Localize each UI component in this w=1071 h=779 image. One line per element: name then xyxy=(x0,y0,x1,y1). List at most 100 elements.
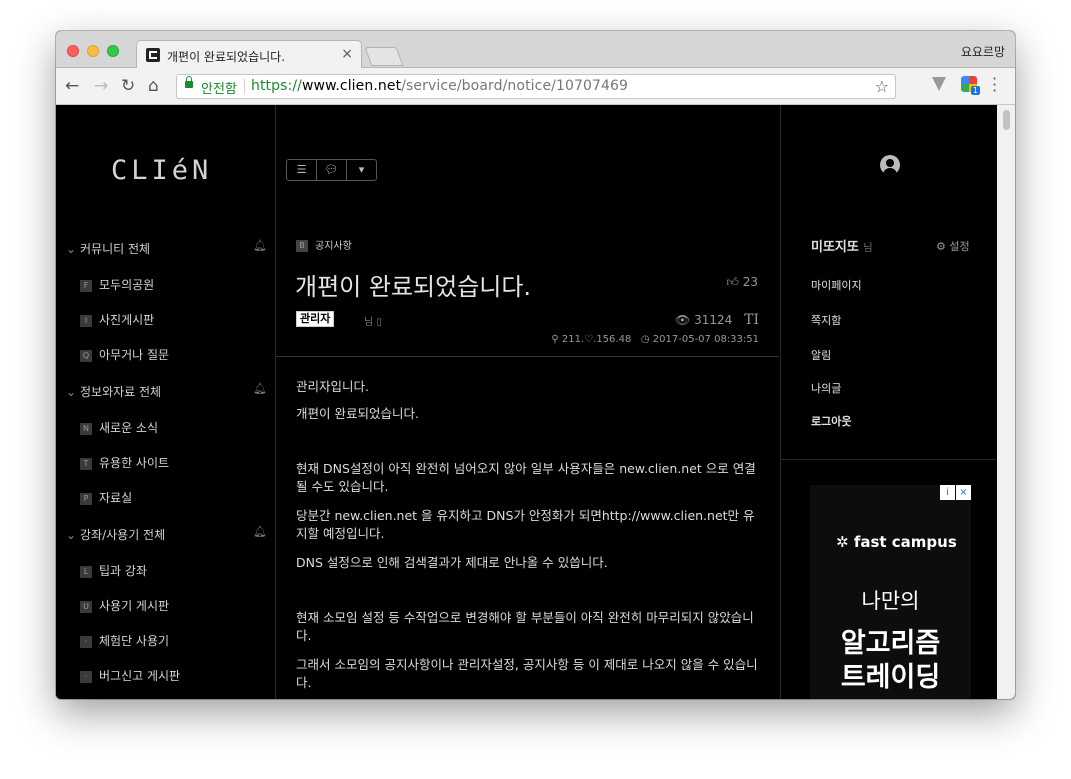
ad-controls: i × xyxy=(939,485,971,500)
page-content: CLIéN ⌄ 커뮤니티 전체 🔔︎ F 모두의공원 I 사진게시판 Q 아무거나 질문… xyxy=(56,105,1015,699)
clien-favicon-icon xyxy=(146,48,160,62)
paragraph: DNS 설정으로 인해 검색결과가 제대로 안나올 수 있씁니다. xyxy=(296,555,608,570)
browser-toolbar: ← → ↻ ⌂ 안전함 https://www.clien.net/servic… xyxy=(56,68,1015,105)
url-host: www.clien.net xyxy=(301,78,402,94)
nav-item[interactable]: I 사진게시판 xyxy=(80,311,154,328)
browser-tab[interactable]: 개편이 완료되었습니다. × xyxy=(136,40,362,69)
reload-icon[interactable]: ↻ xyxy=(121,76,135,96)
menu-messages[interactable]: 쪽지함 xyxy=(811,312,841,328)
page-scrollbar[interactable] xyxy=(997,105,1015,699)
extension-icon[interactable]: 1 xyxy=(961,76,980,95)
paragraph: 현재 DNS설정이 아직 완전히 넘어오지 않아 일부 사용자들은 new.cl… xyxy=(296,461,756,494)
caret-down-icon[interactable]: ▾ xyxy=(347,160,376,180)
thumbs-up-icon: 👍︎ xyxy=(726,275,739,289)
home-icon[interactable]: ⌂ xyxy=(148,76,159,96)
board-badge: I xyxy=(80,315,92,327)
close-window-button[interactable] xyxy=(67,45,79,57)
nav-item[interactable]: U 사용기 게시판 xyxy=(80,597,169,614)
left-sidebar: CLIéN ⌄ 커뮤니티 전체 🔔︎ F 모두의공원 I 사진게시판 Q 아무거나 질문… xyxy=(56,105,276,699)
article-title: 개편이 완료되었습니다. xyxy=(295,273,532,301)
browser-window: 개편이 완료되었습니다. × 요요르망 ← → ↻ ⌂ 안전함 https://… xyxy=(56,31,1015,699)
bell-icon[interactable]: 🔔︎ xyxy=(253,525,267,538)
bookmark-star-icon[interactable]: ☆ xyxy=(875,77,889,96)
nav-item[interactable]: · 버그신고 게시판 xyxy=(80,667,180,684)
nav-item[interactable]: N 새로운 소식 xyxy=(80,419,158,436)
minimize-window-button[interactable] xyxy=(87,45,99,57)
comment-icon[interactable]: 💬︎ xyxy=(317,160,347,180)
user-avatar-icon[interactable] xyxy=(880,155,900,175)
author-badge[interactable]: 관리자 xyxy=(296,311,335,327)
nav-group-label: 커뮤니티 전체 xyxy=(80,242,151,256)
location-pin-icon: ⚲ xyxy=(551,334,559,345)
bell-icon[interactable]: 🔔︎ xyxy=(253,382,267,395)
nav-item-label: 아무거나 질문 xyxy=(99,348,170,362)
zoom-window-button[interactable] xyxy=(107,45,119,57)
nav-item[interactable]: · 체험단 사용기 xyxy=(80,632,169,649)
username[interactable]: 미또지또 님 xyxy=(811,236,873,255)
tab-close-icon[interactable]: × xyxy=(341,46,353,62)
author-suffix: 님 ▯ xyxy=(364,313,382,328)
address-bar[interactable]: 안전함 https://www.clien.net/service/board/… xyxy=(176,74,896,99)
url-text[interactable]: https://www.clien.net/service/board/noti… xyxy=(251,78,628,94)
board-badge: N xyxy=(80,423,92,435)
panel-divider xyxy=(781,459,998,460)
menu-logout[interactable]: 로그아웃 xyxy=(811,413,851,429)
paragraph: 현재 소모임 설정 등 수작업으로 변경해야 할 부분들이 아직 완전히 마무리… xyxy=(296,610,754,643)
author-name: 관리자 xyxy=(300,312,331,325)
font-size-toggle[interactable]: TI xyxy=(744,312,759,328)
paragraph: 당분간 new.clien.net 을 유지하고 DNS가 안정화가 되면htt… xyxy=(296,508,755,541)
browser-menu-icon[interactable]: · · · xyxy=(992,71,997,99)
paragraph: 관리자입니다. xyxy=(296,379,369,394)
nav-item-label: 팁과 강좌 xyxy=(99,564,147,578)
list-icon[interactable]: ☰ xyxy=(287,160,317,180)
menu-mypage[interactable]: 마이페이지 xyxy=(811,277,862,293)
board-badge: P xyxy=(80,493,92,505)
user-panel: 미또지또 님 ⚙ 설정 마이페이지 쪽지함 알림 나의글 로그아웃 i × ✲ … xyxy=(780,105,998,699)
settings-link[interactable]: ⚙ 설정 xyxy=(936,238,970,254)
paragraph: 개편이 완료되었습니다. xyxy=(296,406,419,421)
nav-item-label: 자료실 xyxy=(99,491,133,505)
like-value: 23 xyxy=(742,275,758,289)
document-icon[interactable]: ▯ xyxy=(376,317,382,328)
board-badge: Q xyxy=(80,350,92,362)
forward-arrow-icon[interactable]: → xyxy=(94,76,108,96)
nav-item[interactable]: F 모두의공원 xyxy=(80,276,154,293)
nav-item-label: 유용한 사이트 xyxy=(99,456,170,470)
board-badge: T xyxy=(80,458,92,470)
nav-group-info[interactable]: ⌄ 정보와자료 전체 xyxy=(66,383,161,400)
back-arrow-icon[interactable]: ← xyxy=(65,76,79,96)
advertisement[interactable]: i × ✲ fast campus 나만의 알고리즘 트레이딩 xyxy=(810,485,971,699)
ad-close-icon[interactable]: × xyxy=(956,485,971,500)
ad-info-icon[interactable]: i xyxy=(940,485,955,500)
nav-group-label: 정보와자료 전체 xyxy=(80,385,162,399)
nav-item-label: 버그신고 게시판 xyxy=(99,669,181,683)
nav-group-lectures[interactable]: ⌄ 강좌/사용기 전체 xyxy=(66,526,165,543)
board-badge: · xyxy=(80,636,92,648)
author-ip: 211.♡.156.48 xyxy=(561,334,632,345)
vivaldi-extension-icon[interactable] xyxy=(932,77,946,91)
view-count: 👁︎ 31124 TI xyxy=(675,312,759,328)
url-scheme: https:// xyxy=(251,78,302,94)
like-count[interactable]: 👍︎ 23 xyxy=(726,275,758,290)
nav-item[interactable]: T 유용한 사이트 xyxy=(80,454,169,471)
nav-group-community[interactable]: ⌄ 커뮤니티 전체 xyxy=(66,240,150,257)
category-label: 공지사항 xyxy=(315,241,352,252)
menu-my-posts[interactable]: 나의글 xyxy=(811,380,841,396)
article-toolbar: ☰ 💬︎ ▾ xyxy=(286,159,377,181)
new-tab-button[interactable] xyxy=(364,47,404,66)
article-category[interactable]: B 공지사항 xyxy=(296,237,352,252)
scrollbar-thumb[interactable] xyxy=(1003,110,1010,130)
nav-item-label: 사진게시판 xyxy=(99,313,155,327)
nav-item[interactable]: L 팁과 강좌 xyxy=(80,562,147,579)
bell-icon[interactable]: 🔔︎ xyxy=(253,239,267,252)
board-badge: · xyxy=(80,671,92,683)
article-meta: ⚲ 211.♡.156.48 ◷ 2017-05-07 08:33:51 xyxy=(551,334,759,345)
nav-item[interactable]: P 자료실 xyxy=(80,489,132,506)
site-logo[interactable]: CLIéN xyxy=(111,155,212,186)
chevron-down-icon: ⌄ xyxy=(66,528,77,542)
header-divider xyxy=(276,356,779,357)
menu-notifications[interactable]: 알림 xyxy=(811,347,831,363)
nav-item[interactable]: Q 아무거나 질문 xyxy=(80,346,169,363)
chevron-down-icon: ⌄ xyxy=(66,385,77,399)
profile-name[interactable]: 요요르망 xyxy=(961,43,1005,60)
